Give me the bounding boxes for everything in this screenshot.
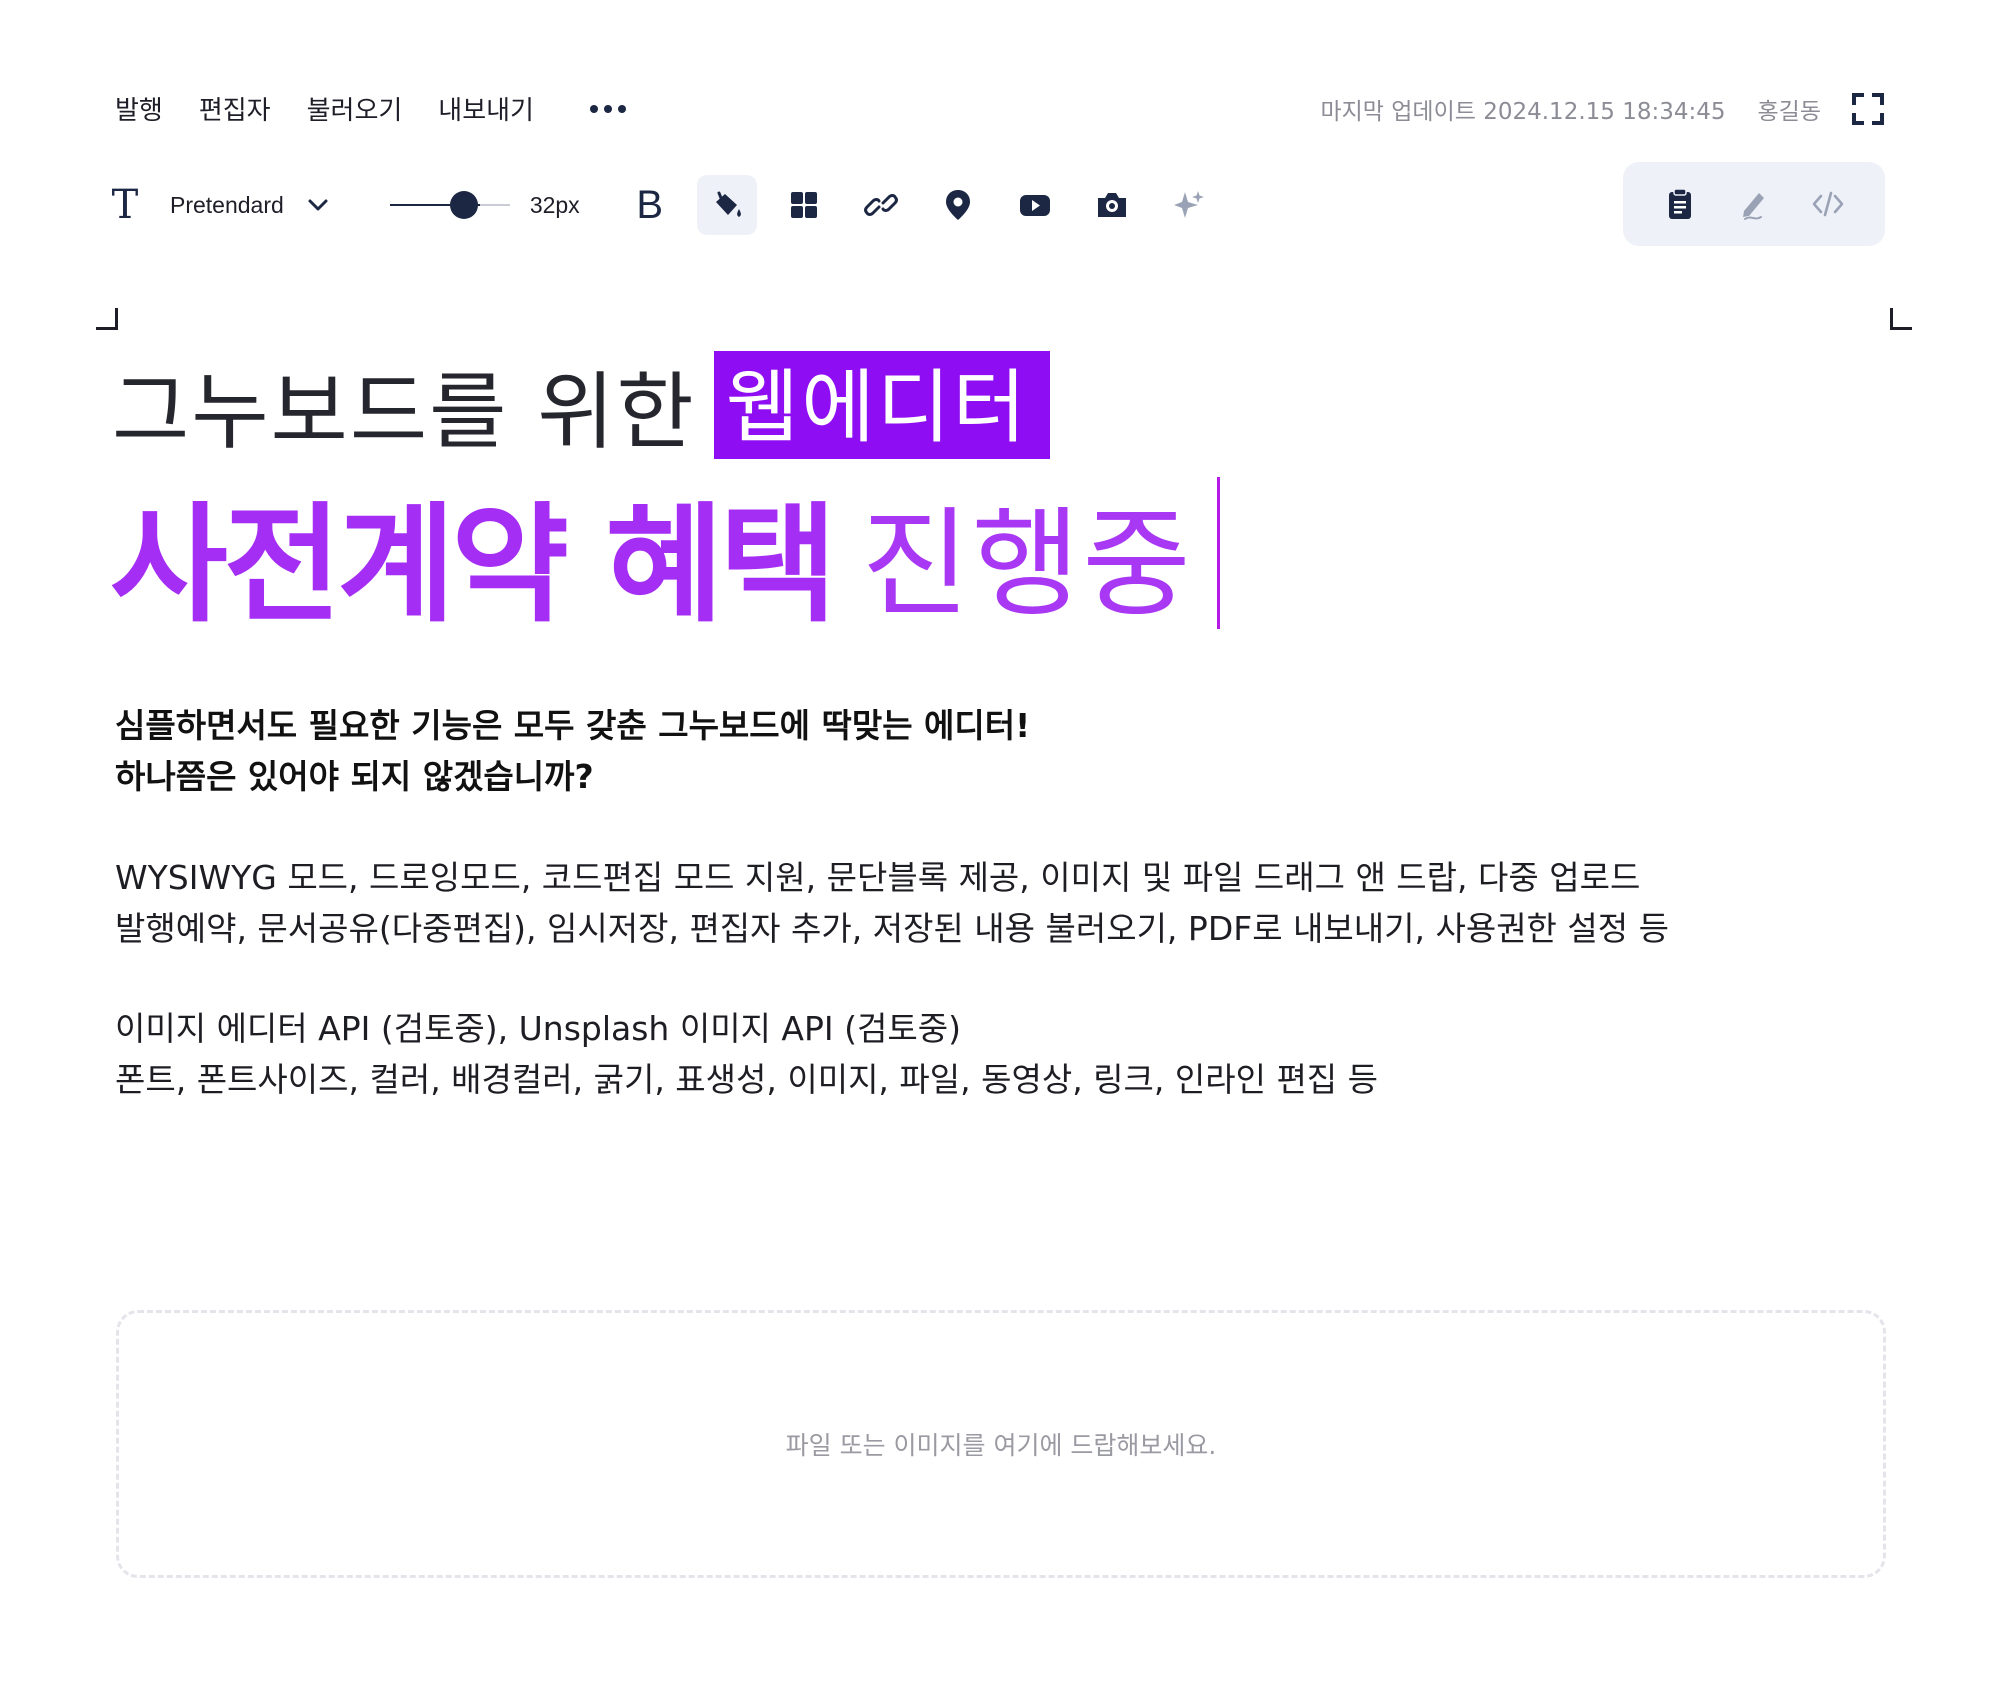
wysiwyg-mode-button[interactable]	[1652, 176, 1708, 232]
bold-button[interactable]: B	[620, 175, 680, 235]
menu-editors[interactable]: 편집자	[199, 90, 271, 127]
dropzone-hint: 파일 또는 이미지를 여기에 드랍해보세요.	[785, 1431, 1217, 1460]
features-line: 발행예약, 문서공유(다중편집), 임시저장, 편집자 추가, 저장된 내용 불…	[115, 909, 1669, 948]
chevron-down-icon	[308, 199, 328, 211]
more-dot	[603, 104, 612, 113]
file-dropzone[interactable]: 파일 또는 이미지를 여기에 드랍해보세요.	[116, 1310, 1886, 1578]
clipboard-icon	[1669, 188, 1691, 219]
heading2-bold-text: 사전계약 혜택	[110, 490, 837, 640]
code-icon	[1812, 191, 1844, 217]
font-family-select[interactable]: Pretendard	[170, 192, 330, 219]
more-dot	[617, 104, 626, 113]
menu-export[interactable]: 내보내기	[438, 90, 534, 127]
location-pin-icon	[945, 190, 970, 220]
heading1-text: 그누보드를 위한	[112, 362, 696, 461]
drawing-mode-button[interactable]	[1726, 176, 1782, 232]
features-paragraph[interactable]: WYSIWYG 모드, 드로잉모드, 코드편집 모드 지원, 문단블록 제공, …	[115, 852, 1669, 954]
font-size-slider[interactable]	[389, 190, 510, 220]
editor-corner-marker	[1890, 308, 1912, 330]
api-line: 이미지 에디터 API (검토중), Unsplash 이미지 API (검토중…	[115, 1009, 961, 1048]
author-name: 홍길동	[1757, 99, 1821, 125]
editor-mode-switch	[1623, 162, 1885, 246]
more-horizontal-icon[interactable]	[588, 99, 628, 119]
text-cursor	[1216, 477, 1220, 629]
api-line: 폰트, 폰트사이즈, 컬러, 배경컬러, 굵기, 표생성, 이미지, 파일, 동…	[115, 1060, 1379, 1099]
menu-import[interactable]: 불러오기	[307, 90, 403, 127]
features-line: WYSIWYG 모드, 드로잉모드, 코드편집 모드 지원, 문단블록 제공, …	[115, 858, 1641, 897]
pen-icon	[1743, 193, 1764, 220]
font-type-icon: T	[111, 182, 139, 228]
paint-bucket-icon	[715, 191, 741, 217]
block-grid-icon	[790, 192, 817, 218]
heading-line-1[interactable]: 그누보드를 위한 웹에디터	[112, 350, 1051, 461]
intro-line: 하나쯤은 있어야 되지 않겠습니까?	[115, 757, 594, 796]
image-button[interactable]	[1082, 175, 1142, 235]
top-menu: 발행 편집자 불러오기 내보내기	[115, 90, 628, 127]
font-size-value: 32px	[529, 191, 580, 218]
sparkle-icon	[1173, 191, 1204, 218]
bold-icon: B	[636, 182, 664, 227]
camera-icon	[1097, 193, 1126, 217]
heading2-light-text: 진행중	[861, 494, 1193, 633]
location-button[interactable]	[928, 175, 988, 235]
document-meta: 마지막 업데이트 2024.12.15 18:34:45 홍길동	[1320, 92, 1885, 126]
background-color-button[interactable]	[696, 175, 757, 235]
font-family-value: Pretendard	[170, 191, 284, 218]
block-button[interactable]	[774, 175, 834, 235]
intro-paragraph[interactable]: 심플하면서도 필요한 기능은 모두 갖춘 그누보드에 딱맞는 에디터! 하나쯤은…	[115, 700, 1030, 802]
heading1-highlighted-text: 웹에디터	[713, 351, 1051, 459]
fullscreen-icon[interactable]	[1851, 92, 1885, 126]
menu-publish[interactable]: 발행	[115, 90, 163, 127]
formatting-toolbar: T Pretendard 32px B	[110, 175, 1219, 235]
link-icon	[863, 194, 898, 216]
link-button[interactable]	[851, 175, 911, 235]
youtube-play-icon	[1019, 195, 1050, 216]
slider-track-rest	[479, 204, 510, 206]
heading-line-2[interactable]: 사전계약 혜택 진행중	[110, 477, 1220, 640]
ai-button[interactable]	[1159, 175, 1219, 235]
editor-corner-marker	[96, 308, 118, 330]
api-paragraph[interactable]: 이미지 에디터 API (검토중), Unsplash 이미지 API (검토중…	[115, 1003, 1378, 1105]
intro-line: 심플하면서도 필요한 기능은 모두 갖춘 그누보드에 딱맞는 에디터!	[115, 706, 1031, 745]
last-updated-text: 마지막 업데이트 2024.12.15 18:34:45	[1320, 99, 1726, 125]
more-dot	[589, 104, 598, 113]
slider-thumb[interactable]	[449, 191, 478, 219]
code-mode-button[interactable]	[1800, 176, 1856, 232]
video-button[interactable]	[1005, 175, 1065, 235]
